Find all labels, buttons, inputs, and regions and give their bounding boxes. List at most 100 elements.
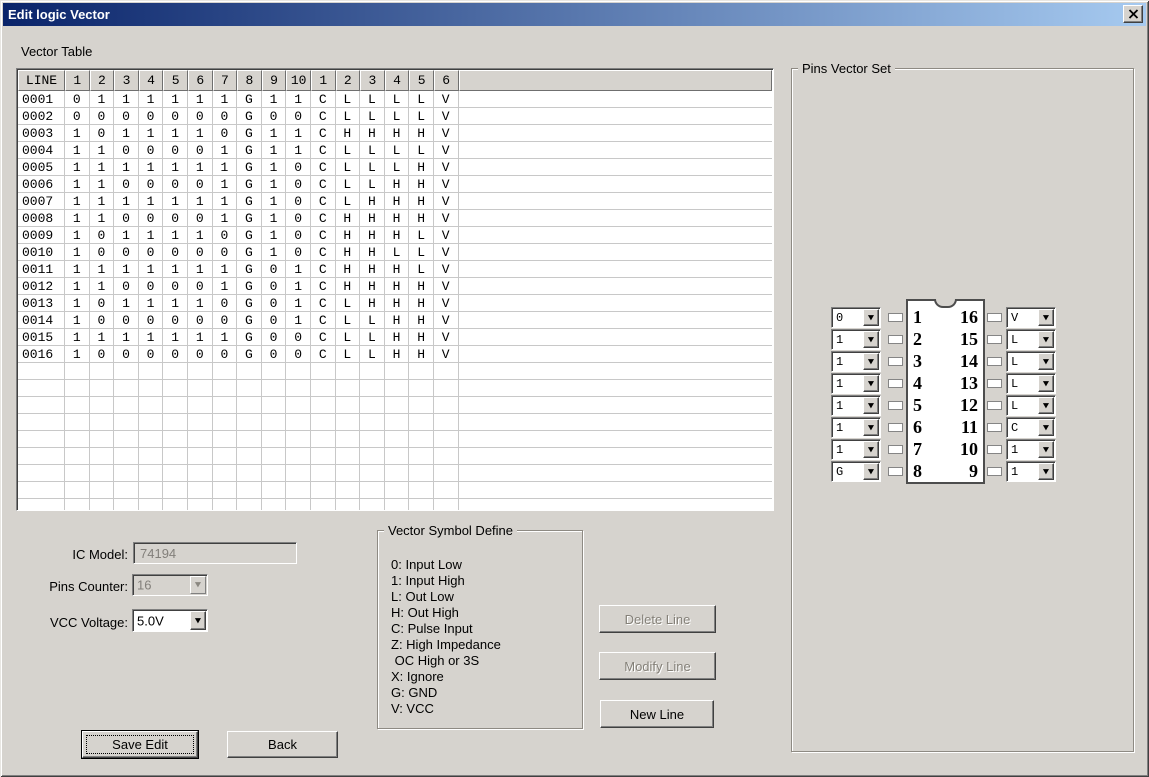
edit-logic-vector-dialog: Edit logic Vector Vector Table LINE 1 2 3 4 5… [0, 0, 1149, 777]
dropdown-arrow-button[interactable]: ▼ [1038, 419, 1054, 436]
dropdown-arrow-button[interactable]: ▼ [1038, 331, 1054, 348]
table-row[interactable]: 0013 1 0 1 1 1 1 0 G 0 1 C L H H H V [18, 295, 772, 312]
vector-cell: 0 [187, 312, 213, 329]
vector-cell: 0 [138, 278, 164, 295]
dropdown-arrow-button[interactable]: ▼ [863, 375, 879, 392]
table-row[interactable]: 0006 1 1 0 0 0 0 1 G 1 0 C L L H H V [18, 176, 772, 193]
dropdown-arrow-button[interactable]: ▼ [1038, 309, 1054, 326]
vector-cell [409, 363, 434, 380]
row-filler [458, 193, 772, 210]
table-row[interactable]: 0003 1 0 1 1 1 1 0 G 1 1 C H H H H V [18, 125, 772, 142]
vector-cell: H [409, 329, 434, 346]
vector-cell [212, 363, 238, 380]
vector-cell: 0 [212, 244, 238, 261]
table-row[interactable]: 0001 0 1 1 1 1 1 1 G 1 1 C L L L L V [18, 91, 772, 108]
dropdown-arrow-button[interactable]: ▼ [863, 331, 879, 348]
vector-cell [286, 380, 311, 397]
vector-cell: G [237, 125, 262, 142]
vector-cell: 1 [261, 125, 287, 142]
table-row[interactable]: 0008 1 1 0 0 0 0 1 G 1 0 C H H H H V [18, 210, 772, 227]
column-header: 5 [163, 70, 188, 91]
vector-cell: 0 [187, 176, 213, 193]
pin-16-value-select[interactable]: V ▼ [1006, 307, 1056, 328]
vector-cell [335, 363, 361, 380]
save-edit-button[interactable]: Save Edit [82, 731, 198, 758]
combo-value: 1 [1011, 464, 1019, 479]
table-row[interactable]: 0014 1 0 0 0 0 0 0 G 0 1 C L L H H V [18, 312, 772, 329]
vector-cell: G [237, 108, 262, 125]
vector-cell: G [237, 278, 262, 295]
vector-cell [384, 482, 410, 499]
chevron-down-icon: ▼ [1042, 313, 1050, 321]
pin-5-value-select[interactable]: 1 ▼ [831, 395, 881, 416]
close-button[interactable] [1123, 5, 1143, 23]
vector-cell [138, 414, 164, 431]
vector-cell: L [335, 176, 361, 193]
dropdown-arrow-button[interactable]: ▼ [863, 397, 879, 414]
table-row[interactable]: 0015 1 1 1 1 1 1 1 G 0 0 C L L H H V [18, 329, 772, 346]
table-row[interactable]: 0009 1 0 1 1 1 1 0 G 1 0 C H H H L V [18, 227, 772, 244]
pin-14-value-select[interactable]: L ▼ [1006, 351, 1056, 372]
vector-cell [261, 482, 287, 499]
pin-10-value-select[interactable]: 1 ▼ [1006, 439, 1056, 460]
table-row[interactable]: 0004 1 1 0 0 0 0 1 G 1 1 C L L L L V [18, 142, 772, 159]
row-filler [458, 142, 772, 159]
pin-7-value-select[interactable]: 1 ▼ [831, 439, 881, 460]
row-filler [458, 91, 772, 108]
pin-2-value-select[interactable]: 1 ▼ [831, 329, 881, 350]
dropdown-arrow-button[interactable]: ▼ [863, 353, 879, 370]
pin-12-value-select[interactable]: L ▼ [1006, 395, 1056, 416]
vector-table-body: 0001 0 1 1 1 1 1 1 G 1 1 C L L L L V 0002 0 0 0 0 0 0 0 G 0 0 C L L L L V… [18, 91, 772, 510]
new-line-button[interactable]: New Line [600, 700, 714, 728]
dropdown-arrow-button[interactable]: ▼ [863, 463, 879, 480]
vector-cell: V [433, 278, 459, 295]
vector-cell: L [360, 329, 385, 346]
vcc-voltage-select[interactable]: 5.0V ▼ [132, 609, 208, 632]
table-row-empty [18, 465, 772, 482]
table-row[interactable]: 0016 1 0 0 0 0 0 0 G 0 0 C L L H H V [18, 346, 772, 363]
dropdown-arrow-button[interactable]: ▼ [863, 441, 879, 458]
pins-counter-select: 16 ▼ [132, 574, 208, 596]
vector-cell: 1 [187, 193, 213, 210]
table-row[interactable]: 0005 1 1 1 1 1 1 1 G 1 0 C L L L H V [18, 159, 772, 176]
vector-cell: H [335, 210, 361, 227]
pin-number-10: 10 [960, 439, 978, 459]
pin-stub-9 [987, 467, 1002, 476]
dropdown-arrow-button[interactable]: ▼ [1038, 441, 1054, 458]
dropdown-arrow-button[interactable]: ▼ [1038, 397, 1054, 414]
pin-1-value-select[interactable]: 0 ▼ [831, 307, 881, 328]
pin-3-value-select[interactable]: 1 ▼ [831, 351, 881, 372]
pin-9-value-select[interactable]: 1 ▼ [1006, 461, 1056, 482]
vector-cell: H [360, 193, 385, 210]
vector-cell: 1 [138, 261, 164, 278]
table-row[interactable]: 0012 1 1 0 0 0 0 1 G 0 1 C H H H H V [18, 278, 772, 295]
table-row[interactable]: 0007 1 1 1 1 1 1 1 G 1 0 C L H H H V [18, 193, 772, 210]
vector-cell: 1 [89, 261, 115, 278]
table-row[interactable]: 0010 1 0 0 0 0 0 0 G 1 0 C H H L L V [18, 244, 772, 261]
vcc-voltage-dropdown-button[interactable]: ▼ [190, 611, 206, 630]
vector-cell: L [360, 142, 385, 159]
vector-cell: 0 [114, 244, 139, 261]
line-number-cell [18, 414, 65, 431]
dropdown-arrow-button[interactable]: ▼ [1038, 353, 1054, 370]
row-filler [458, 482, 772, 499]
vector-cell [237, 482, 262, 499]
table-row[interactable]: 0011 1 1 1 1 1 1 1 G 0 1 C H H H L V [18, 261, 772, 278]
pin-stub-16 [987, 313, 1002, 322]
table-row[interactable]: 0002 0 0 0 0 0 0 0 G 0 0 C L L L L V [18, 108, 772, 125]
pins-vector-set-group: Pins Vector Set 0 ▼ 1 V ▼ 16 1 ▼ 2 L ▼ 15 1 ▼ 3 L ▼ 14 1 ▼ 4… [791, 61, 1134, 752]
pin-11-value-select[interactable]: C ▼ [1006, 417, 1056, 438]
symbol-define-line: 1: Input High [391, 573, 465, 588]
vector-cell: 1 [286, 278, 311, 295]
pin-13-value-select[interactable]: L ▼ [1006, 373, 1056, 394]
dropdown-arrow-button[interactable]: ▼ [1038, 463, 1054, 480]
dropdown-arrow-button[interactable]: ▼ [863, 419, 879, 436]
pin-8-value-select[interactable]: G ▼ [831, 461, 881, 482]
dropdown-arrow-button[interactable]: ▼ [863, 309, 879, 326]
dropdown-arrow-button[interactable]: ▼ [1038, 375, 1054, 392]
pin-15-value-select[interactable]: L ▼ [1006, 329, 1056, 350]
back-button[interactable]: Back [227, 731, 338, 758]
pin-6-value-select[interactable]: 1 ▼ [831, 417, 881, 438]
pin-4-value-select[interactable]: 1 ▼ [831, 373, 881, 394]
combo-value: L [1011, 376, 1019, 391]
